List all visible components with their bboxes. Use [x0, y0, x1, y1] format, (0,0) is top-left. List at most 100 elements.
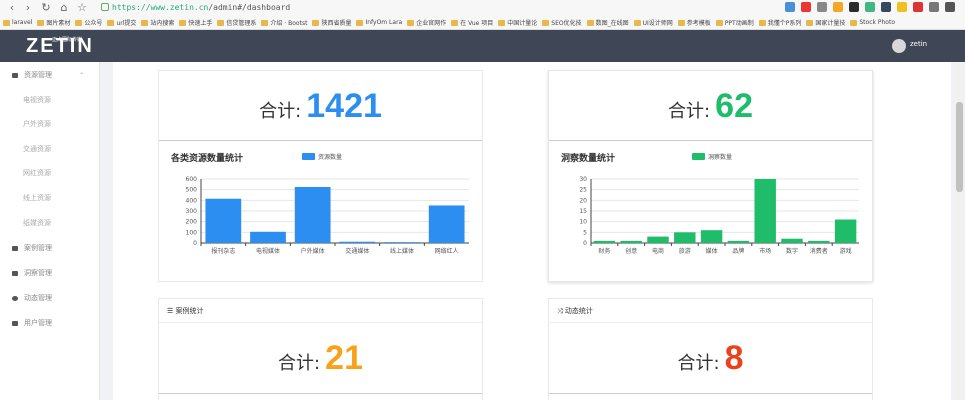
download-icon[interactable] [929, 2, 939, 12]
bookmark-item[interactable]: 图片素材 [37, 18, 70, 27]
bar[interactable] [647, 236, 669, 243]
bar[interactable] [834, 219, 857, 243]
sidebar-item-outdoor[interactable]: 户外资源 [0, 117, 100, 131]
extension-icon[interactable] [833, 2, 843, 12]
bookmark-item[interactable]: 快速上手 [179, 18, 212, 27]
bookmark-item[interactable]: UI设计师网 [633, 18, 673, 27]
extension-icons [785, 2, 955, 12]
bar[interactable] [808, 240, 830, 243]
resources-total-value: 1421 [306, 87, 382, 125]
folder-icon [3, 19, 10, 26]
bar[interactable] [754, 179, 776, 243]
bookmark-item[interactable]: 国家计量技 [806, 18, 845, 27]
bookmark-item[interactable]: 信贷管理系 [217, 18, 256, 27]
bookmark-item[interactable]: laravel [3, 19, 32, 26]
sidebar-item-cases[interactable]: 案例管理 [0, 241, 100, 255]
legend-label: 资源数量 [318, 154, 343, 161]
bookmark-star-icon[interactable]: ☆ [76, 2, 88, 14]
chevron-up-icon: ⌃ [78, 71, 84, 79]
zetin-logo[interactable]: ZETIN [26, 35, 94, 57]
sidebar-item-transit[interactable]: 交通资源 [0, 142, 100, 156]
folder-icon [141, 19, 149, 26]
bookmark-item[interactable]: 站内搜索 [141, 18, 174, 27]
forward-icon[interactable]: › [22, 2, 34, 14]
bookmark-item[interactable]: SEO优化技 [542, 18, 582, 27]
extension-icon[interactable] [817, 2, 827, 12]
bookmark-item[interactable]: 在 Vue 项目 [451, 18, 493, 27]
extension-icon[interactable] [913, 2, 923, 12]
sidebar-group-label: 资源管理 [24, 71, 52, 79]
bar[interactable] [781, 238, 803, 243]
bar[interactable] [205, 198, 242, 243]
opera-icon[interactable] [801, 2, 811, 12]
bookmark-item[interactable]: PPT动画制 [715, 18, 754, 27]
sidebar-item-insights[interactable]: 洞察管理 [0, 266, 100, 280]
bar[interactable] [294, 187, 331, 243]
user-name[interactable]: zetin [910, 40, 927, 48]
bar[interactable] [593, 240, 616, 243]
scrollbar-thumb[interactable] [956, 102, 963, 192]
shuffle-icon: ⤨ [557, 307, 565, 315]
extension-icon[interactable] [897, 2, 907, 12]
dashboard-main: 合计: 1421 各类资源数量统计 资源数量 0 100 200 300 400 500 6… [113, 62, 951, 400]
vue-devtools-icon[interactable] [865, 2, 875, 12]
extension-icon[interactable] [849, 2, 859, 12]
bookmark-label: laravel [12, 19, 33, 26]
url-host: https://www.zetin.cn [112, 3, 209, 12]
insights-chart-legend[interactable]: 洞察数量 [692, 152, 732, 161]
menu-icon[interactable] [945, 2, 955, 12]
sidebar-item-influencer[interactable]: 网红资源 [0, 166, 100, 180]
bookmark-item[interactable]: 介绍 · Bootst [261, 18, 307, 27]
y-tick-label: 25 [579, 187, 587, 194]
bar[interactable] [384, 242, 420, 243]
bar[interactable] [674, 232, 696, 243]
bar[interactable] [620, 240, 642, 243]
home-icon[interactable]: ⌂ [58, 2, 70, 14]
bookmark-item[interactable]: 参考模板 [677, 18, 711, 27]
bookmark-item[interactable]: 中国计量论 [498, 18, 537, 27]
folder-icon [356, 19, 364, 26]
folder-icon [407, 19, 415, 26]
page-scrollbar[interactable] [954, 62, 965, 400]
bookmark-item[interactable]: 我懂个P系列 [758, 18, 801, 27]
extension-icon[interactable] [785, 2, 795, 12]
bar[interactable] [250, 231, 286, 243]
reload-icon[interactable]: ↻ [40, 2, 52, 14]
x-tick-label: 网络红人 [435, 247, 459, 255]
globe-icon [12, 295, 18, 301]
sidebar-item-print[interactable]: 纸媒资源 [0, 216, 100, 230]
bookmark-item[interactable]: Stock Photo [850, 19, 895, 26]
bar[interactable] [339, 241, 376, 243]
bookmark-item[interactable]: url提交 [107, 18, 136, 27]
bookmark-item[interactable]: InfyOm Lara [356, 19, 402, 26]
monitor-icon [12, 72, 18, 78]
x-tick-label: 电商 [652, 247, 664, 255]
bookmark-item[interactable]: 数图_在线图 [586, 18, 629, 27]
resources-chart-legend[interactable]: 资源数量 [302, 152, 342, 161]
sidebar-item-users[interactable]: 用户管理 [0, 316, 100, 330]
back-icon[interactable]: ‹ [6, 2, 18, 14]
sidebar-item-online[interactable]: 线上资源 [0, 191, 100, 205]
sidebar-item-news[interactable]: 动态管理 [0, 291, 100, 305]
bookmark-label: 快速上手 [188, 20, 213, 27]
y-tick-label: 20 [579, 197, 587, 204]
news-card-title: 动态统计 [564, 307, 593, 315]
total-label: 合计: [677, 353, 720, 374]
browser-chrome: ‹ › ↻ ⌂ ☆ https://www.zetin.cn/admin#/da… [0, 0, 965, 30]
user-avatar-icon[interactable] [892, 39, 906, 53]
sidebar-group-resources[interactable]: 资源管理 ⌃ [0, 68, 100, 82]
bookmark-item[interactable]: 陕西省质量 [312, 18, 351, 27]
bookmark-item[interactable]: 企业官网作 [407, 18, 446, 27]
bookmark-item[interactable]: 公众号 [75, 18, 102, 27]
extension-icon[interactable] [881, 2, 891, 12]
x-tick-label: 数字 [786, 247, 798, 255]
url-path: /admin#/dashboard [208, 3, 291, 12]
bar[interactable] [727, 240, 750, 243]
bar[interactable] [700, 230, 723, 243]
sidebar-item-tv[interactable]: 电视资源 [0, 93, 100, 107]
x-tick-label: 报刊杂志 [211, 247, 235, 255]
y-tick-label: 10 [579, 219, 587, 226]
address-bar[interactable]: https://www.zetin.cn/admin#/dashboard [112, 1, 290, 14]
bar[interactable] [428, 205, 465, 243]
eye-icon [12, 270, 18, 276]
